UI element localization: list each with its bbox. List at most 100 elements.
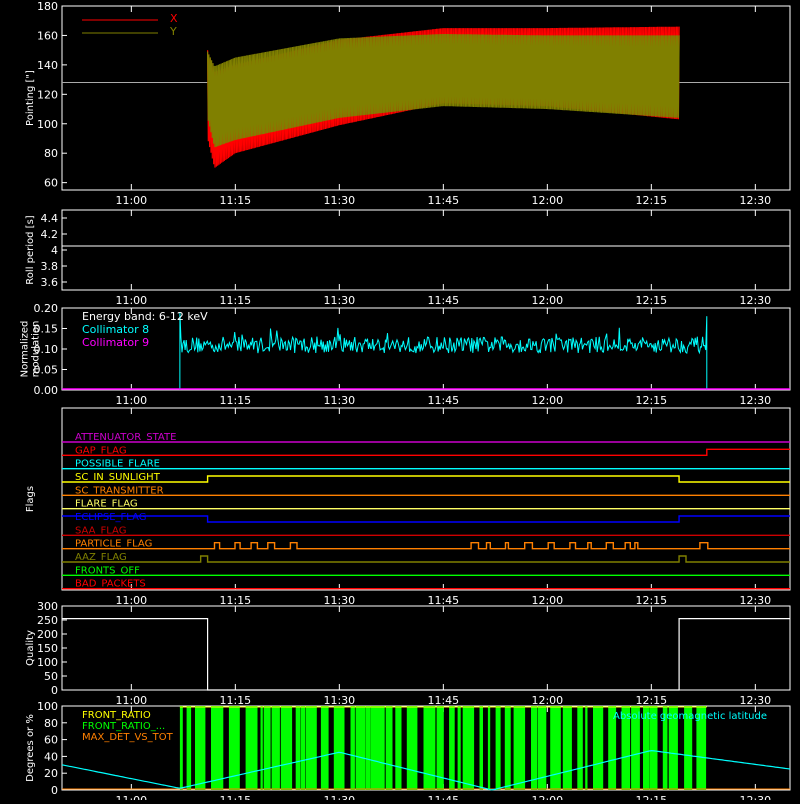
quality-xtick-label: 12:00 (531, 694, 563, 707)
modulation-ylabel: Normalized (20, 321, 31, 378)
ratio-ylabel: Degrees or % (25, 714, 36, 782)
ratio-front-ratio-bar (355, 706, 366, 790)
ratio-front-ratio-bar (593, 706, 604, 790)
pointing-series-y (207, 33, 680, 148)
flags-xtick-label: 12:00 (531, 594, 563, 607)
ratio-front-ratio-bar (365, 706, 370, 790)
quality-ytick-label: 250 (37, 614, 58, 627)
quality-ytick-label: 0 (51, 684, 58, 697)
roll-xtick-label: 11:45 (427, 294, 459, 307)
modulation-xtick-label: 11:45 (427, 394, 459, 407)
pointing-ytick-label: 140 (37, 59, 58, 72)
ratio-front-ratio-bar (195, 706, 206, 790)
pointing-ytick-label: 120 (37, 88, 58, 101)
pointing-ytick-label: 160 (37, 29, 58, 42)
ratio-front-ratio-bar (495, 706, 501, 790)
quality-ytick-label: 200 (37, 628, 58, 641)
modulation-ytick-label: 0.00 (34, 384, 59, 397)
modulation-xtick-label: 12:00 (531, 394, 563, 407)
modulation-legend-9: Collimator 9 (82, 336, 149, 349)
ratio-front-ratio-bar (562, 706, 572, 790)
flags-xtick-label: 11:45 (427, 594, 459, 607)
roll-frame (61, 209, 791, 291)
pointing-panel: 11:00 11:15 11:30 11:45 12:00 12:15 12:30 Point… (25, 0, 791, 207)
ratio-front-ratio-bar (260, 706, 263, 790)
roll-ytick-label: 4.2 (41, 228, 59, 241)
ratio-front-ratio-bar (263, 706, 271, 790)
flags-xtick-label: 11:30 (323, 594, 355, 607)
ratio-ytick-label: 40 (44, 750, 58, 763)
ratio-front-ratio-bar (271, 706, 280, 790)
ratio-front-ratio-bar (577, 706, 583, 790)
pointing-ytick-label: 60 (44, 177, 58, 190)
ratio-front-ratio-bar (462, 706, 475, 790)
modulation-series-collimator-8 (179, 312, 708, 391)
quality-ytick-label: 100 (37, 656, 58, 669)
pointing-xtick-label: 12:15 (635, 194, 667, 207)
ratio-legend-2: MAX_DET_VS_TOT (82, 732, 174, 743)
ratio-front-ratio-bar (300, 706, 306, 790)
flag-trace-particle-flag (62, 541, 790, 550)
roll-panel: 11:00 11:15 11:30 11:45 12:00 12:15 12:30 Roll … (25, 209, 791, 307)
ratio-front-ratio-bar (186, 706, 192, 790)
flags-xtick-label: 12:15 (635, 594, 667, 607)
ratio-ytick-label: 0 (51, 784, 58, 797)
ratio-legend-1: FRONT_RATIO_... (82, 721, 165, 732)
roll-ylabel: Roll period [s] (25, 215, 36, 284)
quality-ytick-label: 150 (37, 642, 58, 655)
modulation-xtick-label: 12:15 (635, 394, 667, 407)
chart-figure: 11:00 11:15 11:30 11:45 12:00 12:15 12:30 Point… (0, 0, 800, 804)
ratio-panel: 11:00 11:15 11:30 11:45 12:00 12:15 12:30 Degre… (25, 700, 791, 804)
ratio-front-ratio-bar (385, 706, 393, 790)
roll-ytick-label: 4.4 (41, 212, 59, 225)
modulation-ytick-label: 0.10 (34, 343, 59, 356)
ratio-front-ratio-bar (395, 706, 402, 790)
quality-ytick-label: 50 (44, 670, 58, 683)
flag-trace-gap-flag (62, 448, 790, 457)
pointing-ytick-label: 180 (37, 0, 58, 13)
ratio-xtick-label: 11:15 (219, 794, 251, 800)
modulation-xtick-label: 11:00 (115, 394, 147, 407)
ratio-ytick-label: 80 (44, 717, 58, 730)
roll-xtick-label: 12:00 (531, 294, 563, 307)
quality-ylabel: Quality (25, 630, 36, 666)
ratio-front-ratio-bar (531, 706, 537, 790)
ratio-front-ratio-bar (350, 706, 355, 790)
modulation-xtick-label: 11:30 (323, 394, 355, 407)
multi-panel-chart: 11:00 11:15 11:30 11:45 12:00 12:15 12:30 Point… (20, 0, 791, 804)
quality-xtick-label: 12:15 (635, 694, 667, 707)
ratio-front-ratio-bar (585, 706, 588, 790)
ratio-front-ratio-bar (479, 706, 483, 790)
flags-ylabel: Flags (25, 486, 36, 512)
ratio-xtick-label: 11:00 (115, 794, 147, 800)
modulation-xtick-label: 11:15 (219, 394, 251, 407)
pointing-xtick-label: 12:30 (739, 194, 771, 207)
ratio-ytick-label: 100 (37, 700, 58, 713)
ratio-ytick-label: 20 (44, 767, 58, 780)
modulation-xtick-label: 12:30 (739, 394, 771, 407)
ratio-front-ratio-bar (513, 706, 526, 790)
quality-panel: 11:00 11:15 11:30 11:45 12:00 12:15 12:30 Quali… (25, 600, 791, 707)
ratio-front-ratio-bar (211, 706, 224, 790)
modulation-legend-8: Collimator 8 (82, 323, 149, 336)
ratio-front-ratio-bar (550, 706, 561, 790)
ratio-xtick-label: 12:15 (635, 794, 667, 800)
ratio-xtick-label: 12:00 (531, 794, 563, 800)
ratio-front-ratio-bar (423, 706, 436, 790)
roll-xtick-label: 11:00 (115, 294, 147, 307)
ratio-front-ratio-bar (370, 706, 380, 790)
ratio-annotation: Absolute geomagnetic latitude (613, 711, 767, 722)
ratio-front-ratio-bar (320, 706, 329, 790)
quality-xtick-label: 12:30 (739, 694, 771, 707)
ratio-front-ratio-bar (179, 706, 183, 790)
pointing-ytick-label: 80 (44, 147, 58, 160)
ratio-front-ratio-bar (380, 706, 385, 790)
ratio-front-ratio-bar (295, 706, 301, 790)
roll-ytick-label: 3.6 (41, 276, 59, 289)
modulation-ytick-label: 0.20 (34, 302, 59, 315)
quality-xtick-label: 11:45 (427, 694, 459, 707)
modulation-panel: 11:00 11:15 11:30 11:45 12:00 12:15 12:30 Norma… (20, 302, 791, 407)
roll-xtick-label: 12:15 (635, 294, 667, 307)
ratio-xtick-label: 11:30 (323, 794, 355, 800)
ratio-front-ratio-bar (245, 706, 258, 790)
